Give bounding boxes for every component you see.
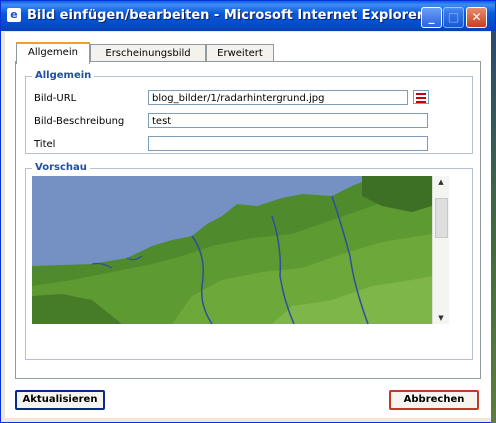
scroll-thumb[interactable] xyxy=(435,198,448,238)
cancel-button[interactable]: Abbrechen xyxy=(389,390,479,410)
scroll-up-icon[interactable]: ▲ xyxy=(433,176,449,188)
url-input[interactable]: blog_bilder/1/radarhintergrund.jpg xyxy=(148,90,408,105)
window-title: Bild einfügen/bearbeiten - Microsoft Int… xyxy=(27,8,424,23)
description-label: Bild-Beschreibung xyxy=(34,116,125,127)
scroll-down-icon[interactable]: ▼ xyxy=(433,312,449,324)
preview-legend: Vorschau xyxy=(32,162,90,173)
tab-erweitert[interactable]: Erweitert xyxy=(206,44,274,62)
map-image xyxy=(32,176,432,324)
preview-fieldset: Vorschau ▲ ▼ xyxy=(25,162,473,360)
preview-image xyxy=(32,176,432,324)
tab-erscheinungsbild[interactable]: Erscheinungsbild xyxy=(90,44,206,62)
minimize-button[interactable]: _ xyxy=(421,7,442,28)
maximize-button: □ xyxy=(443,7,464,28)
title-input[interactable] xyxy=(148,136,428,151)
image-dialog: Allgemein Erscheinungsbild Erweitert All… xyxy=(5,32,491,418)
tab-panel: Allgemein Bild-URL blog_bilder/1/radarhi… xyxy=(15,61,481,379)
close-button[interactable]: ✕ xyxy=(466,7,487,28)
ie-icon: e xyxy=(7,8,21,22)
general-legend: Allgemein xyxy=(32,70,95,81)
tab-allgemein[interactable]: Allgemein xyxy=(16,42,90,64)
update-button[interactable]: Aktualisieren xyxy=(15,390,105,410)
title-bar[interactable]: e Bild einfügen/bearbeiten - Microsoft I… xyxy=(1,1,495,31)
preview-scrollbar[interactable]: ▲ ▼ xyxy=(432,176,449,324)
browse-icon[interactable] xyxy=(413,90,429,104)
browser-window: e Bild einfügen/bearbeiten - Microsoft I… xyxy=(0,0,496,423)
title-label: Titel xyxy=(34,139,56,150)
url-label: Bild-URL xyxy=(34,93,77,104)
description-input[interactable]: test xyxy=(148,113,428,128)
general-fieldset: Allgemein Bild-URL blog_bilder/1/radarhi… xyxy=(25,70,473,154)
desktop-background xyxy=(491,31,496,423)
